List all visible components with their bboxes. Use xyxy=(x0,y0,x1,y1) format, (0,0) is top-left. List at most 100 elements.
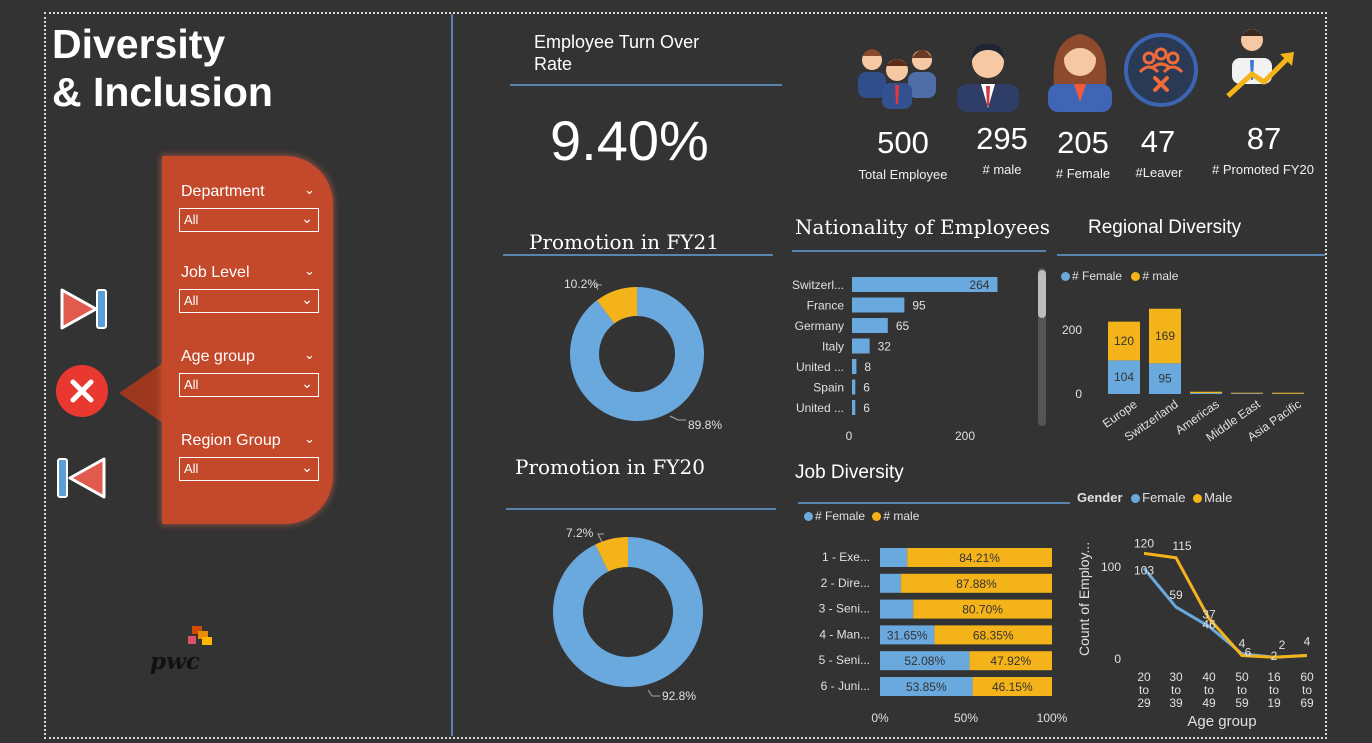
nationality-category-label: France xyxy=(807,299,845,313)
age-data-label: 46 xyxy=(1202,618,1216,632)
section-divider xyxy=(451,14,453,736)
age-category-label: 60 xyxy=(1300,670,1314,684)
promotion-fy20-label-promoted: 7.2% xyxy=(566,526,594,540)
kpi-male-value: 295 xyxy=(976,121,1028,156)
regional-female-bar[interactable] xyxy=(1190,393,1222,394)
chevron-down-icon: ⌄ xyxy=(301,375,313,391)
promotion-arrow-icon xyxy=(1226,29,1294,98)
kpi-promoted-label: # Promoted FY20 xyxy=(1212,162,1314,177)
nationality-bar[interactable] xyxy=(852,338,870,354)
regional-data-label: 104 xyxy=(1114,370,1134,384)
age-legend: Gender Female Male xyxy=(1077,490,1233,505)
pwc-logo-mark-icon xyxy=(188,626,212,645)
promotion-fy20-label-not-promoted: 92.8% xyxy=(662,689,696,703)
nationality-xtick: 0 xyxy=(846,429,853,443)
job-data-label: 52.08% xyxy=(904,654,945,668)
group-people-icon xyxy=(858,49,936,109)
nationality-title: Nationality of Employees xyxy=(795,215,1051,239)
nationality-bar[interactable] xyxy=(852,400,856,415)
age-category-label: to xyxy=(1204,683,1214,697)
nationality-underline xyxy=(792,250,1046,252)
kpi-total-employee-label: Total Employee xyxy=(858,167,948,182)
age-ytick: 0 xyxy=(1114,652,1121,666)
nationality-data-label: 264 xyxy=(969,278,989,292)
regional-male-bar[interactable] xyxy=(1231,392,1263,394)
nationality-data-label: 8 xyxy=(864,360,871,374)
age-xlabel: Age group xyxy=(1187,713,1256,730)
age-category-label: to xyxy=(1171,683,1181,697)
age-category-label: 29 xyxy=(1137,696,1151,710)
female-person-icon xyxy=(1048,34,1112,112)
regional-bar-chart: 200 0 104120Europe95169SwitzerlandAmeric… xyxy=(1062,308,1304,444)
nationality-data-label: 95 xyxy=(912,299,926,313)
nationality-data-label: 6 xyxy=(863,381,870,395)
job-data-label: 46.15% xyxy=(992,680,1033,694)
regional-data-label: 95 xyxy=(1158,372,1172,386)
filter-label-department: Department xyxy=(181,183,265,200)
job-xtick: 100% xyxy=(1037,711,1068,725)
age-data-label: 2 xyxy=(1279,638,1286,652)
job-female-bar[interactable] xyxy=(880,599,914,619)
nationality-bar[interactable] xyxy=(852,318,888,333)
regional-male-bar[interactable] xyxy=(1190,391,1222,394)
nationality-bar[interactable] xyxy=(852,297,905,313)
chevron-down-icon[interactable]: ⌄ xyxy=(304,182,315,198)
age-category-label: 39 xyxy=(1169,696,1183,710)
kpi-female-label: # Female xyxy=(1055,166,1111,181)
filter-panel: Department ⌄ All ⌄ Job Level ⌄ All ⌄ Age g… xyxy=(162,156,333,524)
kpi-leaver-label: #Leaver xyxy=(1135,165,1183,180)
legend-female-dot xyxy=(1061,272,1070,281)
nationality-category-label: Spain xyxy=(813,381,844,395)
job-category-label: 1 - Exe... xyxy=(822,550,870,564)
chevron-down-icon[interactable]: ⌄ xyxy=(304,431,315,447)
filter-label-job-level: Job Level xyxy=(181,264,250,281)
nationality-category-label: Switzerl... xyxy=(792,278,844,292)
regional-female-bar[interactable] xyxy=(1231,393,1263,394)
job-category-label: 5 - Seni... xyxy=(819,653,870,667)
kpi-female-value: 205 xyxy=(1057,125,1109,160)
promotion-fy21-label-not-promoted: 89.8% xyxy=(688,418,722,432)
chevron-down-icon: ⌄ xyxy=(301,291,313,307)
region-group-select[interactable]: All ⌄ xyxy=(179,457,319,481)
job-category-label: 2 - Dire... xyxy=(821,576,870,590)
next-page-icon[interactable] xyxy=(56,286,110,332)
legend-male-dot xyxy=(1131,272,1141,281)
legend-female-dot xyxy=(804,512,813,521)
chevron-down-icon[interactable]: ⌄ xyxy=(304,347,315,363)
legend-male-dot xyxy=(1193,494,1203,503)
nationality-category-label: United ... xyxy=(796,360,844,374)
regional-male-bar[interactable] xyxy=(1272,392,1304,394)
nationality-bar[interactable] xyxy=(852,359,857,374)
job-data-label: 84.21% xyxy=(959,551,1000,565)
close-icon[interactable] xyxy=(54,364,110,420)
job-female-bar[interactable] xyxy=(880,573,901,593)
promotion-fy20-donut: 7.2% 92.8% xyxy=(553,526,703,703)
age-category-label: to xyxy=(1302,683,1312,697)
scrollbar-thumb[interactable] xyxy=(1038,270,1046,318)
regional-legend: # Female # male xyxy=(1061,269,1178,283)
age-category-label: 50 xyxy=(1235,670,1249,684)
age-data-label: 103 xyxy=(1134,563,1154,577)
age-ytick: 100 xyxy=(1101,560,1121,574)
nationality-xtick: 200 xyxy=(955,429,975,443)
job-level-select[interactable]: All ⌄ xyxy=(179,289,319,313)
job-diversity-underline xyxy=(798,502,1070,504)
kpi-leaver-value: 47 xyxy=(1140,124,1176,159)
age-group-select[interactable]: All ⌄ xyxy=(179,373,319,397)
age-data-label: 2 xyxy=(1271,649,1278,663)
chevron-down-icon[interactable]: ⌄ xyxy=(304,263,315,279)
age-data-label: 115 xyxy=(1172,539,1191,553)
job-female-bar[interactable] xyxy=(880,548,908,567)
nationality-bar-chart: Switzerl... 264 France 95 Germany 65 Italy 32 Un… xyxy=(792,268,1046,443)
nationality-bar[interactable] xyxy=(852,379,856,395)
age-category-label: 19 xyxy=(1267,696,1281,710)
age-category-label: 16 xyxy=(1267,670,1281,684)
panel-pointer xyxy=(119,363,163,423)
kpi-male-label: # male xyxy=(982,162,1022,177)
department-select[interactable]: All ⌄ xyxy=(179,208,319,232)
age-category-label: to xyxy=(1139,683,1149,697)
job-category-label: 6 - Juni... xyxy=(821,679,870,693)
previous-page-icon[interactable] xyxy=(54,455,110,501)
job-xtick: 0% xyxy=(871,711,889,725)
regional-underline xyxy=(1057,254,1325,256)
